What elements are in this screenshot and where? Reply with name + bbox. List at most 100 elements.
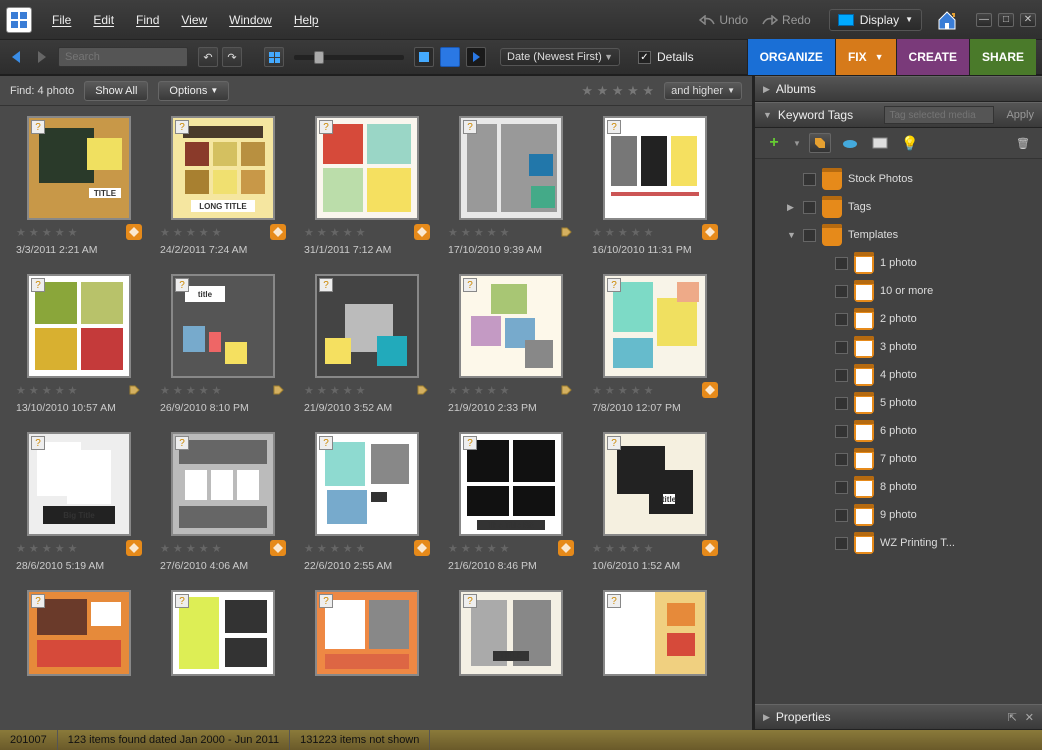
- menu-view[interactable]: View: [181, 13, 207, 27]
- keyword-checkbox[interactable]: [803, 173, 816, 186]
- stack-badge-icon[interactable]: [558, 540, 574, 556]
- thumbnail-cell[interactable]: ?★ ★ ★ ★ ★16/10/2010 11:31 PM: [590, 116, 720, 256]
- apply-button[interactable]: Apply: [1006, 109, 1034, 121]
- keyword-row[interactable]: 3 photo: [761, 333, 1042, 361]
- details-checkbox[interactable]: ✓Details: [638, 50, 694, 64]
- thumbnail-cell[interactable]: title?★ ★ ★ ★ ★26/9/2010 8:10 PM: [158, 274, 288, 414]
- home-icon[interactable]: [936, 10, 958, 30]
- rating-stars[interactable]: ★ ★ ★ ★ ★: [16, 542, 78, 555]
- tag-badge-icon[interactable]: [126, 382, 142, 398]
- redo-button[interactable]: Redo: [762, 13, 811, 27]
- keyword-checkbox[interactable]: [835, 369, 848, 382]
- rating-stars[interactable]: ★ ★ ★ ★ ★: [448, 542, 510, 555]
- thumbnail-cell[interactable]: ?: [158, 590, 288, 676]
- stack-badge-icon[interactable]: [702, 224, 718, 240]
- keyword-checkbox[interactable]: [835, 285, 848, 298]
- thumbnail-cell[interactable]: ?★ ★ ★ ★ ★13/10/2010 10:57 AM: [14, 274, 144, 414]
- keyword-panel-header[interactable]: ▼Keyword Tags Apply: [755, 102, 1042, 128]
- sort-dropdown[interactable]: Date (Newest First)▼: [500, 48, 620, 66]
- rating-stars[interactable]: ★ ★ ★ ★ ★: [160, 542, 222, 555]
- rating-stars[interactable]: ★ ★ ★ ★ ★: [160, 226, 222, 239]
- rating-stars[interactable]: ★ ★ ★ ★ ★: [592, 226, 654, 239]
- expand-icon[interactable]: ▶: [787, 202, 797, 213]
- keyword-row[interactable]: 7 photo: [761, 445, 1042, 473]
- rotate-left-button[interactable]: ↶: [198, 47, 218, 67]
- keyword-row[interactable]: 1 photo: [761, 249, 1042, 277]
- panel-close-icon[interactable]: ✕: [1025, 711, 1034, 724]
- keyword-row[interactable]: 2 photo: [761, 305, 1042, 333]
- tag-media-input[interactable]: [884, 106, 994, 124]
- tag-badge-icon[interactable]: [414, 382, 430, 398]
- rating-stars[interactable]: ★ ★ ★ ★ ★: [448, 384, 510, 397]
- thumbnail-cell[interactable]: ?★ ★ ★ ★ ★21/9/2010 2:33 PM: [446, 274, 576, 414]
- keyword-row[interactable]: 10 or more: [761, 277, 1042, 305]
- fullscreen-button[interactable]: [440, 47, 460, 67]
- thumbnail-cell[interactable]: ?★ ★ ★ ★ ★7/8/2010 12:07 PM: [590, 274, 720, 414]
- keyword-checkbox[interactable]: [835, 509, 848, 522]
- single-view-button[interactable]: [414, 47, 434, 67]
- slideshow-button[interactable]: [466, 47, 486, 67]
- show-all-button[interactable]: Show All: [84, 81, 148, 101]
- menu-window[interactable]: Window: [229, 13, 272, 27]
- keyword-row[interactable]: 9 photo: [761, 501, 1042, 529]
- keyword-row[interactable]: WZ Printing T...: [761, 529, 1042, 557]
- app-icon[interactable]: [6, 7, 32, 33]
- keyword-row[interactable]: Stock Photos: [761, 165, 1042, 193]
- rating-stars[interactable]: ★ ★ ★ ★ ★: [592, 384, 654, 397]
- stack-badge-icon[interactable]: [702, 540, 718, 556]
- thumbnail-cell[interactable]: TITLE?: [446, 590, 576, 676]
- keyword-row[interactable]: ▶Tags: [761, 193, 1042, 221]
- stack-badge-icon[interactable]: [270, 224, 286, 240]
- thumbnail-cell[interactable]: title?★ ★ ★ ★ ★22/6/2010 2:55 AM: [302, 432, 432, 572]
- add-tag-button[interactable]: +: [763, 133, 785, 153]
- keyword-checkbox[interactable]: [835, 313, 848, 326]
- keyword-checkbox[interactable]: [835, 453, 848, 466]
- keyword-row[interactable]: 6 photo: [761, 417, 1042, 445]
- keyword-checkbox[interactable]: [803, 201, 816, 214]
- grid-view-button[interactable]: [264, 47, 284, 67]
- rating-filter-dropdown[interactable]: and higher▼: [664, 82, 742, 100]
- rating-stars[interactable]: ★ ★ ★ ★ ★: [448, 226, 510, 239]
- thumbnail-cell[interactable]: ?: [590, 590, 720, 676]
- expand-icon[interactable]: ▼: [787, 230, 797, 240]
- thumbnail-cell[interactable]: ?: [302, 590, 432, 676]
- tag-badge-icon[interactable]: [270, 382, 286, 398]
- trash-button[interactable]: 🗑: [1012, 133, 1034, 153]
- menu-edit[interactable]: Edit: [93, 13, 114, 27]
- keyword-checkbox[interactable]: [835, 397, 848, 410]
- thumbnail-cell[interactable]: ?★ ★ ★ ★ ★21/9/2010 3:52 AM: [302, 274, 432, 414]
- menu-find[interactable]: Find: [136, 13, 159, 27]
- tab-fix[interactable]: FIX▼: [835, 39, 896, 75]
- stack-badge-icon[interactable]: [414, 224, 430, 240]
- keyword-row[interactable]: 5 photo: [761, 389, 1042, 417]
- keyword-checkbox[interactable]: [835, 481, 848, 494]
- keyword-checkbox[interactable]: [835, 537, 848, 550]
- rating-filter-stars[interactable]: ★ ★ ★ ★ ★: [581, 83, 654, 99]
- thumbnail-cell[interactable]: ?★ ★ ★ ★ ★31/1/2011 7:12 AM: [302, 116, 432, 256]
- tag-badge-icon[interactable]: [558, 224, 574, 240]
- close-button[interactable]: ✕: [1020, 13, 1036, 27]
- undo-button[interactable]: Undo: [699, 13, 748, 27]
- keyword-row[interactable]: 8 photo: [761, 473, 1042, 501]
- thumbnail-cell[interactable]: TITLE?★ ★ ★ ★ ★3/3/2011 2:21 AM: [14, 116, 144, 256]
- panel-pin-icon[interactable]: ⇱: [1008, 711, 1017, 724]
- keyword-checkbox[interactable]: [803, 229, 816, 242]
- rating-stars[interactable]: ★ ★ ★ ★ ★: [304, 384, 366, 397]
- thumbnail-cell[interactable]: title?★ ★ ★ ★ ★10/6/2010 1:52 AM: [590, 432, 720, 572]
- keyword-checkbox[interactable]: [835, 425, 848, 438]
- rating-stars[interactable]: ★ ★ ★ ★ ★: [160, 384, 222, 397]
- tag-icon-button[interactable]: [809, 133, 831, 153]
- stack-badge-icon[interactable]: [414, 540, 430, 556]
- rating-stars[interactable]: ★ ★ ★ ★ ★: [304, 226, 366, 239]
- keyword-row[interactable]: ▼Templates: [761, 221, 1042, 249]
- cloud-icon-button[interactable]: [839, 133, 861, 153]
- bulb-icon-button[interactable]: 💡: [899, 133, 921, 153]
- thumbnail-cell[interactable]: Big Title?★ ★ ★ ★ ★28/6/2010 5:19 AM: [14, 432, 144, 572]
- thumbnail-cell[interactable]: ?★ ★ ★ ★ ★17/10/2010 9:39 AM: [446, 116, 576, 256]
- stack-badge-icon[interactable]: [702, 382, 718, 398]
- menu-help[interactable]: Help: [294, 13, 319, 27]
- minimize-button[interactable]: —: [976, 13, 992, 27]
- rating-stars[interactable]: ★ ★ ★ ★ ★: [16, 384, 78, 397]
- keyword-checkbox[interactable]: [835, 257, 848, 270]
- thumbnail-cell[interactable]: The Title Bit?★ ★ ★ ★ ★21/6/2010 8:46 PM: [446, 432, 576, 572]
